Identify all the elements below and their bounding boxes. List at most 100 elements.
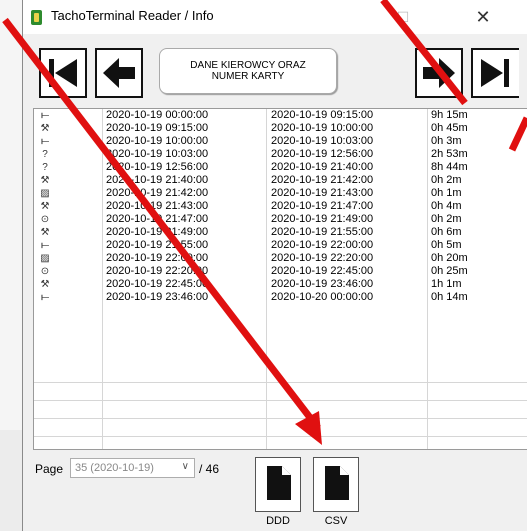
duration: 0h 25m bbox=[431, 265, 468, 277]
previous-page-button[interactable] bbox=[95, 48, 143, 98]
duration: 8h 44m bbox=[431, 161, 468, 173]
end-time: 2020-10-19 21:42:00 bbox=[271, 174, 374, 186]
duration: 0h 2m bbox=[431, 174, 462, 186]
activity-icon: ⟝ bbox=[40, 292, 50, 303]
end-time: 2020-10-19 12:56:00 bbox=[271, 148, 374, 160]
chevron-down-icon: ∨ bbox=[181, 461, 189, 472]
row-divider bbox=[34, 418, 527, 419]
export-ddd-label: DDD bbox=[266, 515, 290, 527]
activity-icon: ⊙ bbox=[40, 214, 50, 225]
export-ddd-button[interactable] bbox=[255, 457, 301, 512]
start-time: 2020-10-19 21:55:00 bbox=[106, 239, 209, 251]
table-row[interactable]: ⟝ 2020-10-19 00:00:00 2020-10-19 09:15:00 9… bbox=[34, 109, 527, 122]
table-row[interactable]: ▨ 2020-10-19 22:00:00 2020-10-19 22:20:00 0… bbox=[34, 252, 527, 265]
table-row[interactable]: ? 2020-10-19 12:56:00 2020-10-19 21:40:00 8… bbox=[34, 161, 527, 174]
start-time: 2020-10-19 21:40:00 bbox=[106, 174, 209, 186]
export-csv-button[interactable] bbox=[313, 457, 359, 512]
app-icon bbox=[31, 10, 42, 25]
table-row[interactable]: ⊙ 2020-10-19 22:20:00 2020-10-19 22:45:00 0… bbox=[34, 265, 527, 278]
skip-first-icon bbox=[49, 59, 77, 87]
driver-data-button[interactable]: DANE KIEROWCY ORAZ NUMER KARTY bbox=[159, 48, 337, 94]
row-divider bbox=[34, 400, 527, 401]
file-icon bbox=[267, 466, 291, 500]
activity-icon: ? bbox=[42, 149, 48, 160]
table-row[interactable]: ? 2020-10-19 10:03:00 2020-10-19 12:56:00 2… bbox=[34, 148, 527, 161]
arrow-right-icon bbox=[423, 58, 455, 88]
end-time: 2020-10-19 23:46:00 bbox=[271, 278, 374, 290]
activity-icon: ⚒ bbox=[40, 175, 50, 186]
table-row[interactable]: ⚒ 2020-10-19 22:45:00 2020-10-19 23:46:00 1… bbox=[34, 278, 527, 291]
table-row[interactable]: ⟝ 2020-10-19 10:00:00 2020-10-19 10:03:00 0… bbox=[34, 135, 527, 148]
table-row[interactable]: ⟝ 2020-10-19 23:46:00 2020-10-20 00:00:00 0… bbox=[34, 291, 527, 304]
duration: 0h 6m bbox=[431, 226, 462, 238]
start-time: 2020-10-19 22:20:00 bbox=[106, 265, 209, 277]
row-divider bbox=[34, 436, 527, 437]
close-button[interactable]: ✕ bbox=[471, 6, 495, 28]
activity-icon: ⊙ bbox=[40, 266, 50, 277]
start-time: 2020-10-19 21:47:00 bbox=[106, 213, 209, 225]
skip-last-icon bbox=[481, 59, 509, 87]
activity-list[interactable]: ⟝ 2020-10-19 00:00:00 2020-10-19 09:15:00 9… bbox=[33, 108, 527, 450]
arrow-left-icon bbox=[103, 58, 135, 88]
end-time: 2020-10-19 21:49:00 bbox=[271, 213, 374, 225]
activity-icon: ⟝ bbox=[40, 136, 50, 147]
file-icon bbox=[325, 466, 349, 500]
page-total: / 46 bbox=[199, 462, 220, 476]
page-label: Page bbox=[35, 462, 64, 476]
duration: 1h 1m bbox=[431, 278, 462, 290]
table-row[interactable]: ⚒ 2020-10-19 21:40:00 2020-10-19 21:42:00 0… bbox=[34, 174, 527, 187]
duration: 0h 4m bbox=[431, 200, 462, 212]
start-time: 2020-10-19 21:43:00 bbox=[106, 200, 209, 212]
duration: 0h 2m bbox=[431, 213, 462, 225]
end-time: 2020-10-19 21:47:00 bbox=[271, 200, 374, 212]
end-time: 2020-10-19 22:20:00 bbox=[271, 252, 374, 264]
start-time: 2020-10-19 22:45:00 bbox=[106, 278, 209, 290]
duration: 2h 53m bbox=[431, 148, 468, 160]
activity-icon: ▨ bbox=[40, 188, 50, 199]
end-time: 2020-10-19 10:00:00 bbox=[271, 122, 374, 134]
page-select[interactable]: 35 (2020-10-19) ∨ bbox=[70, 458, 195, 478]
start-time: 2020-10-19 10:03:00 bbox=[106, 148, 209, 160]
activity-icon: ▨ bbox=[40, 253, 50, 264]
duration: 0h 20m bbox=[431, 252, 468, 264]
start-time: 2020-10-19 21:42:00 bbox=[106, 187, 209, 199]
first-page-button[interactable] bbox=[39, 48, 87, 98]
end-time: 2020-10-19 21:43:00 bbox=[271, 187, 374, 199]
table-row[interactable]: ⚒ 2020-10-19 21:49:00 2020-10-19 21:55:00 0… bbox=[34, 226, 527, 239]
duration: 0h 1m bbox=[431, 187, 462, 199]
last-page-button[interactable] bbox=[471, 48, 519, 98]
end-time: 2020-10-19 22:00:00 bbox=[271, 239, 374, 251]
activity-icon: ⟝ bbox=[40, 240, 50, 251]
duration: 0h 14m bbox=[431, 291, 468, 303]
activity-icon: ⚒ bbox=[40, 201, 50, 212]
table-row[interactable]: ⟝ 2020-10-19 21:55:00 2020-10-19 22:00:00 0… bbox=[34, 239, 527, 252]
window-title: TachoTerminal Reader / Info bbox=[51, 8, 214, 23]
maximize-button[interactable]: ☐ bbox=[391, 6, 415, 28]
end-time: 2020-10-20 00:00:00 bbox=[271, 291, 374, 303]
export-csv-label: CSV bbox=[324, 515, 348, 527]
end-time: 2020-10-19 21:55:00 bbox=[271, 226, 374, 238]
duration: 0h 3m bbox=[431, 135, 462, 147]
table-row[interactable]: ▨ 2020-10-19 21:42:00 2020-10-19 21:43:00 0… bbox=[34, 187, 527, 200]
table-row[interactable]: ⚒ 2020-10-19 21:43:00 2020-10-19 21:47:00 0… bbox=[34, 200, 527, 213]
activity-icon: ⚒ bbox=[40, 227, 50, 238]
activity-icon: ? bbox=[42, 162, 48, 173]
end-time: 2020-10-19 10:03:00 bbox=[271, 135, 374, 147]
start-time: 2020-10-19 00:00:00 bbox=[106, 109, 209, 121]
table-row[interactable]: ⚒ 2020-10-19 09:15:00 2020-10-19 10:00:00 0… bbox=[34, 122, 527, 135]
duration: 0h 5m bbox=[431, 239, 462, 251]
start-time: 2020-10-19 10:00:00 bbox=[106, 135, 209, 147]
activity-icon: ⚒ bbox=[40, 123, 50, 134]
start-time: 2020-10-19 21:49:00 bbox=[106, 226, 209, 238]
page-select-value: 35 (2020-10-19) bbox=[75, 462, 154, 474]
start-time: 2020-10-19 23:46:00 bbox=[106, 291, 209, 303]
duration: 0h 45m bbox=[431, 122, 468, 134]
reader-window: TachoTerminal Reader / Info ☐ ✕ DANE KIE… bbox=[22, 0, 527, 531]
end-time: 2020-10-19 09:15:00 bbox=[271, 109, 374, 121]
next-page-button[interactable] bbox=[415, 48, 463, 98]
activity-rows: ⟝ 2020-10-19 00:00:00 2020-10-19 09:15:00 9… bbox=[34, 109, 527, 304]
table-row[interactable]: ⊙ 2020-10-19 21:47:00 2020-10-19 21:49:00 0… bbox=[34, 213, 527, 226]
start-time: 2020-10-19 09:15:00 bbox=[106, 122, 209, 134]
duration: 9h 15m bbox=[431, 109, 468, 121]
row-divider bbox=[34, 382, 527, 383]
